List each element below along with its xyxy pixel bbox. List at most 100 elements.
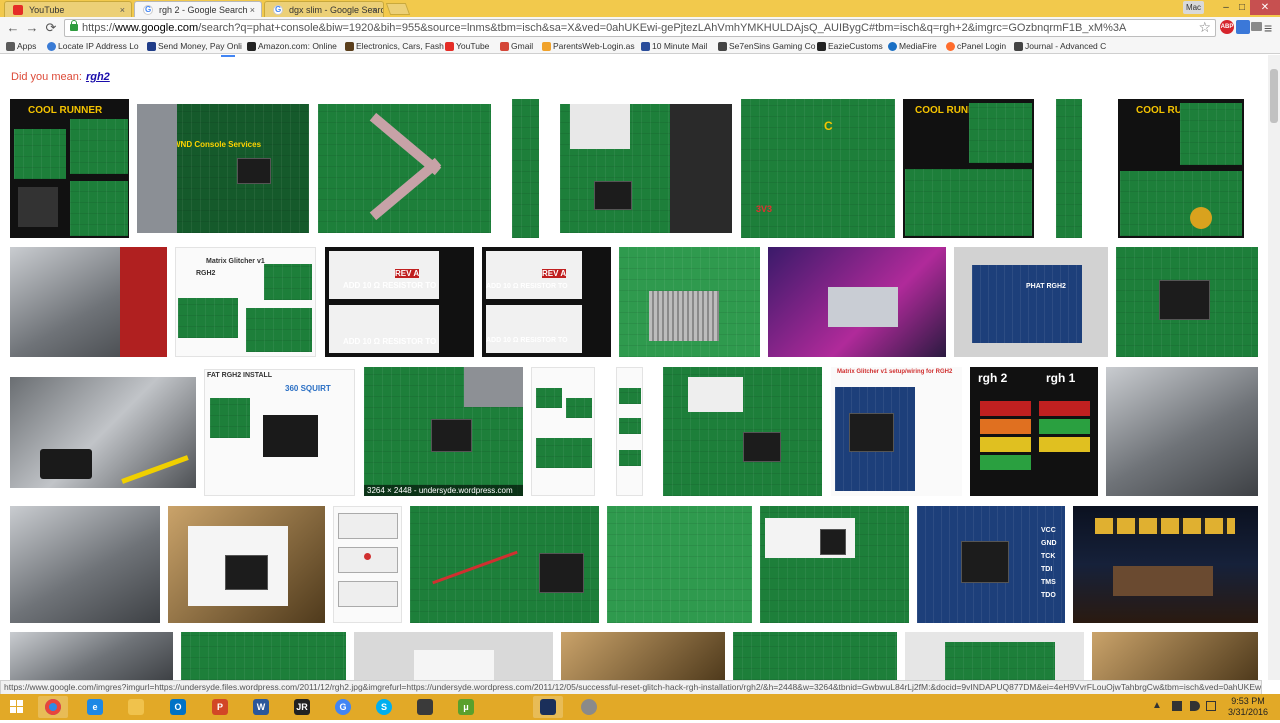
bookmark-amazon[interactable]: Amazon.com: Online <box>247 40 337 53</box>
bookmark-10-minute-mail[interactable]: 10 Minute Mail <box>641 40 707 53</box>
image-result[interactable] <box>10 247 167 357</box>
notifications-icon[interactable] <box>1206 701 1216 711</box>
image-result[interactable]: VCC GND TCK TDI TMS TDO <box>917 506 1065 623</box>
taskbar-file-explorer[interactable] <box>121 696 151 718</box>
forum-icon <box>718 42 727 51</box>
taskbar-utorrent[interactable]: μ <box>451 696 481 718</box>
scrollbar-thumb[interactable] <box>1270 69 1278 123</box>
image-result[interactable] <box>560 104 732 233</box>
tab-close-icon[interactable]: × <box>250 2 255 17</box>
bookmark-se7ensins[interactable]: Se7enSins Gaming Co <box>718 40 815 53</box>
taskbar-outlook[interactable]: O <box>163 696 193 718</box>
address-bar[interactable]: https://www.google.com/search?q=phat+con… <box>64 19 1216 37</box>
tab-close-icon[interactable]: × <box>120 2 125 17</box>
bookmark-star-icon[interactable]: ☆ <box>1198 19 1211 36</box>
image-result[interactable] <box>354 632 553 680</box>
image-result[interactable] <box>333 506 402 623</box>
youtube-icon <box>445 42 454 51</box>
image-result[interactable] <box>607 506 752 623</box>
tray-overflow-icon[interactable]: ▲ <box>1152 700 1162 711</box>
image-result[interactable]: COOL RUNNER <box>10 99 129 238</box>
tab-youtube[interactable]: YouTube × <box>4 1 132 17</box>
bookmark-paypal[interactable]: Send Money, Pay Onli <box>147 40 242 53</box>
extension-icon[interactable] <box>1236 20 1250 34</box>
reload-button[interactable]: ⟳ <box>43 20 59 36</box>
profile-button[interactable]: Mac <box>1183 1 1204 14</box>
did-you-mean-link[interactable]: rgh2 <box>86 71 110 83</box>
image-result[interactable]: Matrix Glitcher v1 setup/wiring for RGH2 <box>831 367 962 496</box>
image-result[interactable] <box>318 104 491 233</box>
image-text: COOL RUNNER <box>28 105 103 116</box>
bookmark-cpanel[interactable]: cPanel Login <box>946 40 1006 53</box>
image-result[interactable] <box>1056 99 1082 238</box>
image-text: 360 SQUIRT <box>285 384 331 393</box>
new-tab-button[interactable] <box>385 3 411 15</box>
taskbar-skype[interactable]: S <box>369 696 399 718</box>
image-result[interactable]: PHAT RGH2 <box>954 247 1108 357</box>
volume-icon[interactable] <box>1190 701 1200 711</box>
image-result[interactable]: WND Console Services <box>137 104 309 233</box>
taskbar-internet-explorer[interactable]: e <box>80 696 110 718</box>
image-result[interactable] <box>905 632 1084 680</box>
bookmark-parentsweb[interactable]: ParentsWeb-Login.as <box>542 40 635 53</box>
image-result[interactable] <box>1106 367 1258 496</box>
system-clock[interactable]: 9:53 PM 3/31/2016 <box>1222 696 1274 718</box>
image-result[interactable]: 3264 × 2448 - undersyde.wordpress.com <box>364 367 523 496</box>
network-icon[interactable] <box>1172 701 1182 711</box>
image-result[interactable] <box>10 632 173 680</box>
bookmark-ebay[interactable]: Electronics, Cars, Fash <box>345 40 444 53</box>
url-text[interactable]: https://www.google.com/search?q=phat+con… <box>82 22 1192 34</box>
taskbar-google-app[interactable]: G <box>328 696 358 718</box>
bookmark-locate-ip[interactable]: Locate IP Address Lo <box>47 40 139 53</box>
image-result[interactable]: COOL RUNNER <box>1118 99 1244 238</box>
image-result[interactable]: REV A ADD 10 Ω RESISTOR TO ADD 10 Ω RESI… <box>482 247 611 357</box>
taskbar-jr-app[interactable]: JR <box>287 696 317 718</box>
bookmark-youtube[interactable]: YouTube <box>445 40 489 53</box>
image-result[interactable] <box>733 632 897 680</box>
image-result[interactable] <box>760 506 909 623</box>
tab-rgh2-search[interactable]: rgh 2 - Google Search × <box>134 1 262 17</box>
taskbar-calculator[interactable] <box>410 696 440 718</box>
image-result[interactable]: C 3V3 <box>741 99 895 238</box>
image-result[interactable]: FAT RGH2 INSTALL 360 SQUIRT <box>204 369 355 496</box>
image-result[interactable]: Matrix Glitcher v1 RGH2 <box>175 247 316 357</box>
taskbar-steam-app[interactable] <box>574 696 604 718</box>
taskbar-powerpoint[interactable]: P <box>205 696 235 718</box>
chrome-menu-icon[interactable]: ≡ <box>1264 20 1272 36</box>
back-button[interactable]: ← <box>5 20 21 36</box>
image-result[interactable] <box>561 632 725 680</box>
image-result[interactable] <box>10 506 160 623</box>
image-result[interactable]: COOL RUNNER <box>903 99 1034 238</box>
bookmark-gmail[interactable]: Gmail <box>500 40 533 53</box>
adblock-plus-icon[interactable]: ABP <box>1220 20 1234 34</box>
image-result[interactable] <box>10 377 196 488</box>
image-result[interactable]: rgh 2 rgh 1 <box>970 367 1098 496</box>
taskbar-word[interactable]: W <box>246 696 276 718</box>
image-result[interactable] <box>181 632 346 680</box>
image-result[interactable] <box>768 247 946 357</box>
start-button[interactable] <box>0 694 34 720</box>
image-result[interactable] <box>619 247 760 357</box>
image-result[interactable] <box>1116 247 1258 357</box>
image-result[interactable] <box>663 367 822 496</box>
tab-close-icon[interactable]: × <box>372 2 377 17</box>
image-result[interactable] <box>531 367 595 496</box>
bookmark-eaziecustoms[interactable]: EazieCustoms <box>817 40 883 53</box>
image-result[interactable] <box>410 506 599 623</box>
taskbar-chrome[interactable] <box>38 696 68 718</box>
bookmark-mediafire[interactable]: MediaFire <box>888 40 937 53</box>
tab-dgx-slim-search[interactable]: dgx slim - Google Search × <box>264 1 384 17</box>
bookmark-journal[interactable]: Journal - Advanced C <box>1014 40 1106 53</box>
cast-icon[interactable] <box>1251 22 1262 31</box>
bookmark-apps[interactable]: Apps <box>6 40 36 53</box>
close-window-button[interactable]: ✕ <box>1250 0 1280 15</box>
forward-button[interactable]: → <box>24 20 40 36</box>
image-result[interactable] <box>1092 632 1258 680</box>
page-scrollbar[interactable] <box>1268 55 1280 680</box>
image-result[interactable] <box>512 99 539 238</box>
taskbar-media-app[interactable] <box>533 696 563 718</box>
image-result[interactable]: REV A ADD 10 Ω RESISTOR TO ADD 10 Ω RESI… <box>325 247 474 357</box>
image-result[interactable] <box>616 367 643 496</box>
image-result[interactable] <box>168 506 325 623</box>
image-result[interactable] <box>1073 506 1258 623</box>
